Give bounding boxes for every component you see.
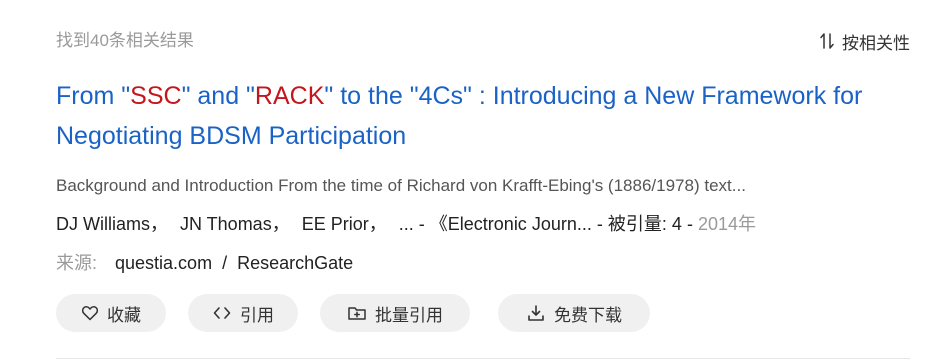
heart-icon xyxy=(81,304,99,322)
result-count: 找到40条相关结果 xyxy=(56,31,194,50)
result-meta: DJ Williams， JN Thomas， EE Prior，... - 《El… xyxy=(56,211,756,237)
meta-dash: - xyxy=(596,214,603,234)
author-separator: ， xyxy=(150,214,168,234)
result-sources: 来源: questia.com / ResearchGate xyxy=(56,250,353,276)
author-link[interactable]: JN Thomas xyxy=(180,214,272,234)
title-text: From " xyxy=(56,82,131,110)
journal-link[interactable]: 《Electronic Journ... xyxy=(430,214,592,234)
sort-icon xyxy=(818,32,836,50)
free-download-label: 免费下载 xyxy=(554,305,622,325)
result-title-link[interactable]: From "SSC" and "RACK" to the "4Cs" : Int… xyxy=(56,76,910,156)
source-label: 来源: xyxy=(56,253,98,273)
sort-by-relevance[interactable]: 按相关性 xyxy=(818,28,910,54)
download-icon xyxy=(526,304,546,322)
favorite-label: 收藏 xyxy=(107,305,141,325)
result-abstract: Background and Introduction From the tim… xyxy=(56,176,746,195)
author-link[interactable]: EE Prior xyxy=(302,214,369,234)
publication-year: 2014年 xyxy=(697,214,756,234)
results-header: 找到40条相关结果 按相关性 xyxy=(56,28,910,54)
cite-button[interactable]: 引用 xyxy=(188,294,298,332)
source-link[interactable]: questia.com xyxy=(115,253,212,273)
source-link[interactable]: ResearchGate xyxy=(237,253,353,273)
authors-ellipsis: ... xyxy=(398,214,414,234)
favorite-button[interactable]: 收藏 xyxy=(56,294,166,332)
result-divider xyxy=(56,358,910,359)
author-link[interactable]: DJ Williams xyxy=(56,214,150,234)
batch-cite-label: 批量引用 xyxy=(375,305,443,325)
title-highlight: RACK xyxy=(254,82,325,110)
author-separator: ， xyxy=(271,214,290,234)
meta-dash: - xyxy=(418,214,425,234)
search-result-panel: 找到40条相关结果 按相关性 From "SSC" and "RACK" to … xyxy=(56,0,910,361)
citations-count[interactable]: 4 xyxy=(672,214,682,234)
cite-label: 引用 xyxy=(240,305,274,325)
code-icon xyxy=(212,304,232,322)
author-separator: ， xyxy=(368,214,387,234)
title-highlight: SSC xyxy=(130,82,182,110)
citations-label: 被引量: xyxy=(607,214,667,234)
batch-cite-button[interactable]: 批量引用 xyxy=(320,294,470,332)
folder-plus-icon xyxy=(347,304,367,322)
free-download-button[interactable]: 免费下载 xyxy=(498,294,650,332)
source-separator: / xyxy=(222,253,228,273)
title-text: " and " xyxy=(181,82,255,110)
sort-label: 按相关性 xyxy=(842,33,910,53)
meta-dash: - xyxy=(686,214,693,234)
